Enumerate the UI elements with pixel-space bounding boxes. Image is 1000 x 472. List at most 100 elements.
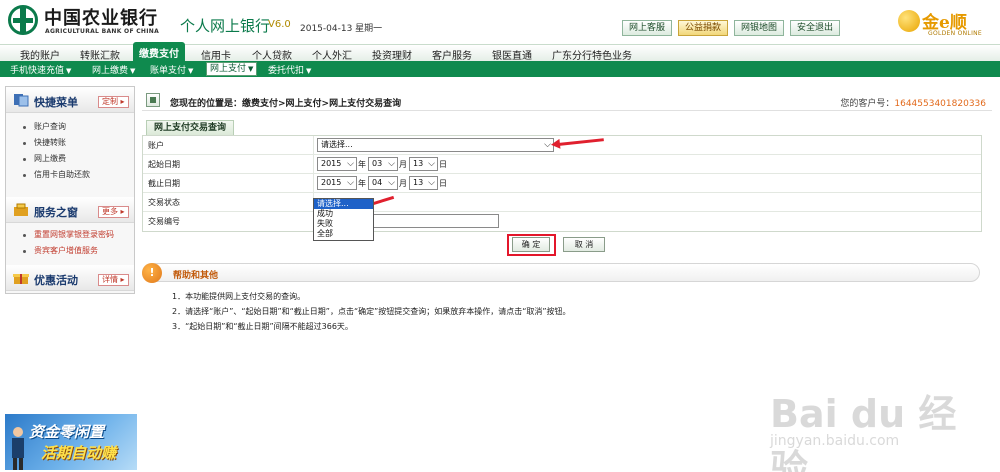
end-year-select[interactable]: 2015 ⌵ bbox=[317, 176, 357, 190]
customize-button[interactable]: 定制 ▸ bbox=[98, 96, 129, 108]
end-month-select[interactable]: 04 ⌵ bbox=[368, 176, 398, 190]
nav-hospital[interactable]: 银医直通 bbox=[492, 47, 532, 62]
breadcrumb-bar: 您现在的位置是：缴费支付>网上支付>网上支付交易查询 您的客户号：1644553… bbox=[142, 90, 992, 111]
subnav-online-bill[interactable]: 网上缴费 ▼ bbox=[92, 63, 135, 76]
month-unit: 月 bbox=[399, 179, 407, 188]
chevron-down-icon: ⌵ bbox=[388, 178, 395, 188]
promotion-icon bbox=[13, 274, 29, 284]
status-option-failed[interactable]: 失败 bbox=[314, 219, 373, 229]
person-figure-icon bbox=[12, 427, 24, 470]
quick-menu-title: 快捷菜单 bbox=[34, 96, 78, 109]
service-reset-password[interactable]: 重置网银掌银登录密码 bbox=[6, 227, 134, 243]
quick-online-bill[interactable]: 网上缴费 bbox=[6, 151, 134, 167]
status-option-all[interactable]: 全部 bbox=[314, 229, 373, 239]
promo-banner[interactable]: 资金零闲置 活期自动赚 bbox=[5, 414, 137, 470]
service-window-title: 服务之窗 bbox=[34, 206, 78, 219]
quick-transfer[interactable]: 快捷转账 bbox=[6, 135, 134, 151]
status-option-select[interactable]: 请选择... bbox=[314, 199, 373, 209]
start-day-value: 13 bbox=[413, 159, 424, 168]
status-option-success[interactable]: 成功 bbox=[314, 209, 373, 219]
day-unit: 日 bbox=[439, 160, 447, 169]
current-date: 2015-04-13 星期一 bbox=[300, 24, 383, 34]
subnav-label: 网上缴费 bbox=[92, 66, 129, 76]
nav-credit-card[interactable]: 信用卡 bbox=[201, 47, 231, 62]
end-month-value: 04 bbox=[372, 178, 383, 187]
subnav-label: 委托代扣 bbox=[268, 66, 305, 76]
baidu-watermark: Bai du 经验 jingyan.baidu.com bbox=[770, 383, 990, 472]
end-day-value: 13 bbox=[413, 178, 424, 187]
help-header: ! 帮助和其他 bbox=[142, 263, 980, 283]
status-dropdown[interactable]: 请选择... 成功 失败 全部 bbox=[313, 198, 374, 241]
nav-transfer[interactable]: 转账汇款 bbox=[80, 47, 120, 62]
start-date-cell: 2015 ⌵ 年 03 ⌵ 月 13 ⌵ 日 bbox=[313, 155, 982, 173]
quick-account-query[interactable]: 账户查询 bbox=[6, 119, 134, 135]
start-day-select[interactable]: 13 ⌵ bbox=[409, 157, 438, 171]
subnav-label: 网上支付 bbox=[210, 64, 247, 74]
promotion-detail-button[interactable]: 详情 ▸ bbox=[98, 274, 129, 286]
txn-no-row: 交易编号 bbox=[143, 212, 981, 231]
subnav-label: 手机快速充值 bbox=[10, 66, 65, 76]
chevron-down-icon: ▼ bbox=[66, 67, 72, 75]
service-more-label: 更多 bbox=[102, 207, 118, 216]
year-unit: 年 bbox=[358, 160, 366, 169]
nav-foreign-exchange[interactable]: 个人外汇 bbox=[312, 47, 352, 62]
promo-banner-line2: 活期自动赚 bbox=[41, 444, 117, 462]
sub-nav: 手机快速充值 ▼ 网上缴费 ▼ 账单支付 ▼ 网上支付 ▼ 委托代扣 ▼ bbox=[0, 61, 1000, 77]
top-button-group: 网上客服 公益捐款 网银地图 安全退出 bbox=[622, 20, 841, 36]
safe-logout-button[interactable]: 安全退出 bbox=[790, 20, 841, 36]
status-row: 交易状态 bbox=[143, 193, 981, 212]
promotion-detail-label: 详情 bbox=[102, 275, 118, 284]
breadcrumb: 您现在的位置是：缴费支付>网上支付>网上支付交易查询 bbox=[170, 99, 402, 109]
account-value-cell: 请选择... ⌵ bbox=[313, 136, 982, 154]
system-title: 个人网上银行 bbox=[180, 17, 271, 35]
end-date-cell: 2015 ⌵ 年 04 ⌵ 月 13 ⌵ 日 bbox=[313, 174, 982, 192]
quick-credit-repay[interactable]: 信用卡自助还款 bbox=[6, 167, 134, 183]
month-unit: 月 bbox=[399, 160, 407, 169]
txn-no-label: 交易编号 bbox=[148, 217, 180, 226]
watermark-url: jingyan.baidu.com bbox=[770, 433, 900, 449]
nav-personal-loan[interactable]: 个人贷款 bbox=[252, 47, 292, 62]
nav-payment[interactable]: 缴费支付 bbox=[133, 42, 185, 62]
start-month-select[interactable]: 03 ⌵ bbox=[368, 157, 398, 171]
chevron-down-icon: ⌵ bbox=[428, 178, 435, 188]
txn-no-cell bbox=[313, 212, 982, 230]
account-select[interactable]: 请选择... ⌵ bbox=[317, 138, 554, 152]
bank-name-en: AGRICULTURAL BANK OF CHINA bbox=[45, 28, 160, 35]
golden-online-en: GOLDEN ONLINE bbox=[928, 30, 983, 37]
subnav-mobile-topup[interactable]: 手机快速充值 ▼ bbox=[10, 63, 71, 76]
watermark-brand: Bai du 经验 bbox=[770, 392, 957, 472]
subnav-bill-payment[interactable]: 账单支付 ▼ bbox=[150, 63, 193, 76]
customer-number-info: 您的客户号：1644553401820336 bbox=[840, 96, 986, 109]
ebank-map-button[interactable]: 网银地图 bbox=[734, 20, 785, 36]
nav-my-account[interactable]: 我的账户 bbox=[20, 47, 60, 62]
account-select-value: 请选择... bbox=[321, 140, 353, 149]
home-icon bbox=[146, 93, 160, 107]
end-date-row: 截止日期 2015 ⌵ 年 04 ⌵ 月 13 ⌵ 日 bbox=[143, 174, 981, 193]
day-unit: 日 bbox=[439, 179, 447, 188]
customer-number: 1644553401820336 bbox=[894, 99, 986, 109]
charity-donation-button[interactable]: 公益捐款 bbox=[678, 20, 729, 36]
nav-guangdong-special[interactable]: 广东分行特色业务 bbox=[552, 47, 632, 62]
end-year-value: 2015 bbox=[321, 178, 342, 187]
query-form: 账户 请选择... ⌵ 起始日期 2015 ⌵ 年 03 ⌵ 月 13 ⌵ 日 截止日期… bbox=[142, 135, 982, 232]
service-more-button[interactable]: 更多 ▸ bbox=[98, 206, 129, 218]
subnav-online-payment[interactable]: 网上支付 ▼ bbox=[206, 62, 258, 76]
help-line: 1．本功能提供网上支付交易的查询。 bbox=[172, 292, 306, 301]
nav-investment[interactable]: 投资理财 bbox=[372, 47, 412, 62]
bank-name-cn: 中国农业银行 bbox=[44, 8, 158, 29]
golden-coin-icon bbox=[898, 10, 920, 32]
confirm-button[interactable]: 确 定 bbox=[512, 237, 550, 252]
nav-customer-service[interactable]: 客户服务 bbox=[432, 47, 472, 62]
start-date-row: 起始日期 2015 ⌵ 年 03 ⌵ 月 13 ⌵ 日 bbox=[143, 155, 981, 174]
service-vip[interactable]: 贵宾客户增值服务 bbox=[6, 243, 134, 259]
online-service-button[interactable]: 网上客服 bbox=[622, 20, 673, 36]
start-year-select[interactable]: 2015 ⌵ bbox=[317, 157, 357, 171]
chevron-down-icon: ⌵ bbox=[347, 159, 354, 169]
tab-online-payment-query[interactable]: 网上支付交易查询 bbox=[146, 120, 235, 135]
end-day-select[interactable]: 13 ⌵ bbox=[409, 176, 438, 190]
cancel-button[interactable]: 取 消 bbox=[563, 237, 605, 252]
help-line: 2．请选择“账户”、“起始日期”和“截止日期”，点击“确定”按钮提交查询；如果放… bbox=[172, 307, 571, 316]
customize-label: 定制 bbox=[102, 97, 118, 106]
help-content: 1．本功能提供网上支付交易的查询。 2．请选择“账户”、“起始日期”和“截止日期… bbox=[172, 289, 972, 334]
subnav-entrust-deduct[interactable]: 委托代扣 ▼ bbox=[268, 63, 311, 76]
